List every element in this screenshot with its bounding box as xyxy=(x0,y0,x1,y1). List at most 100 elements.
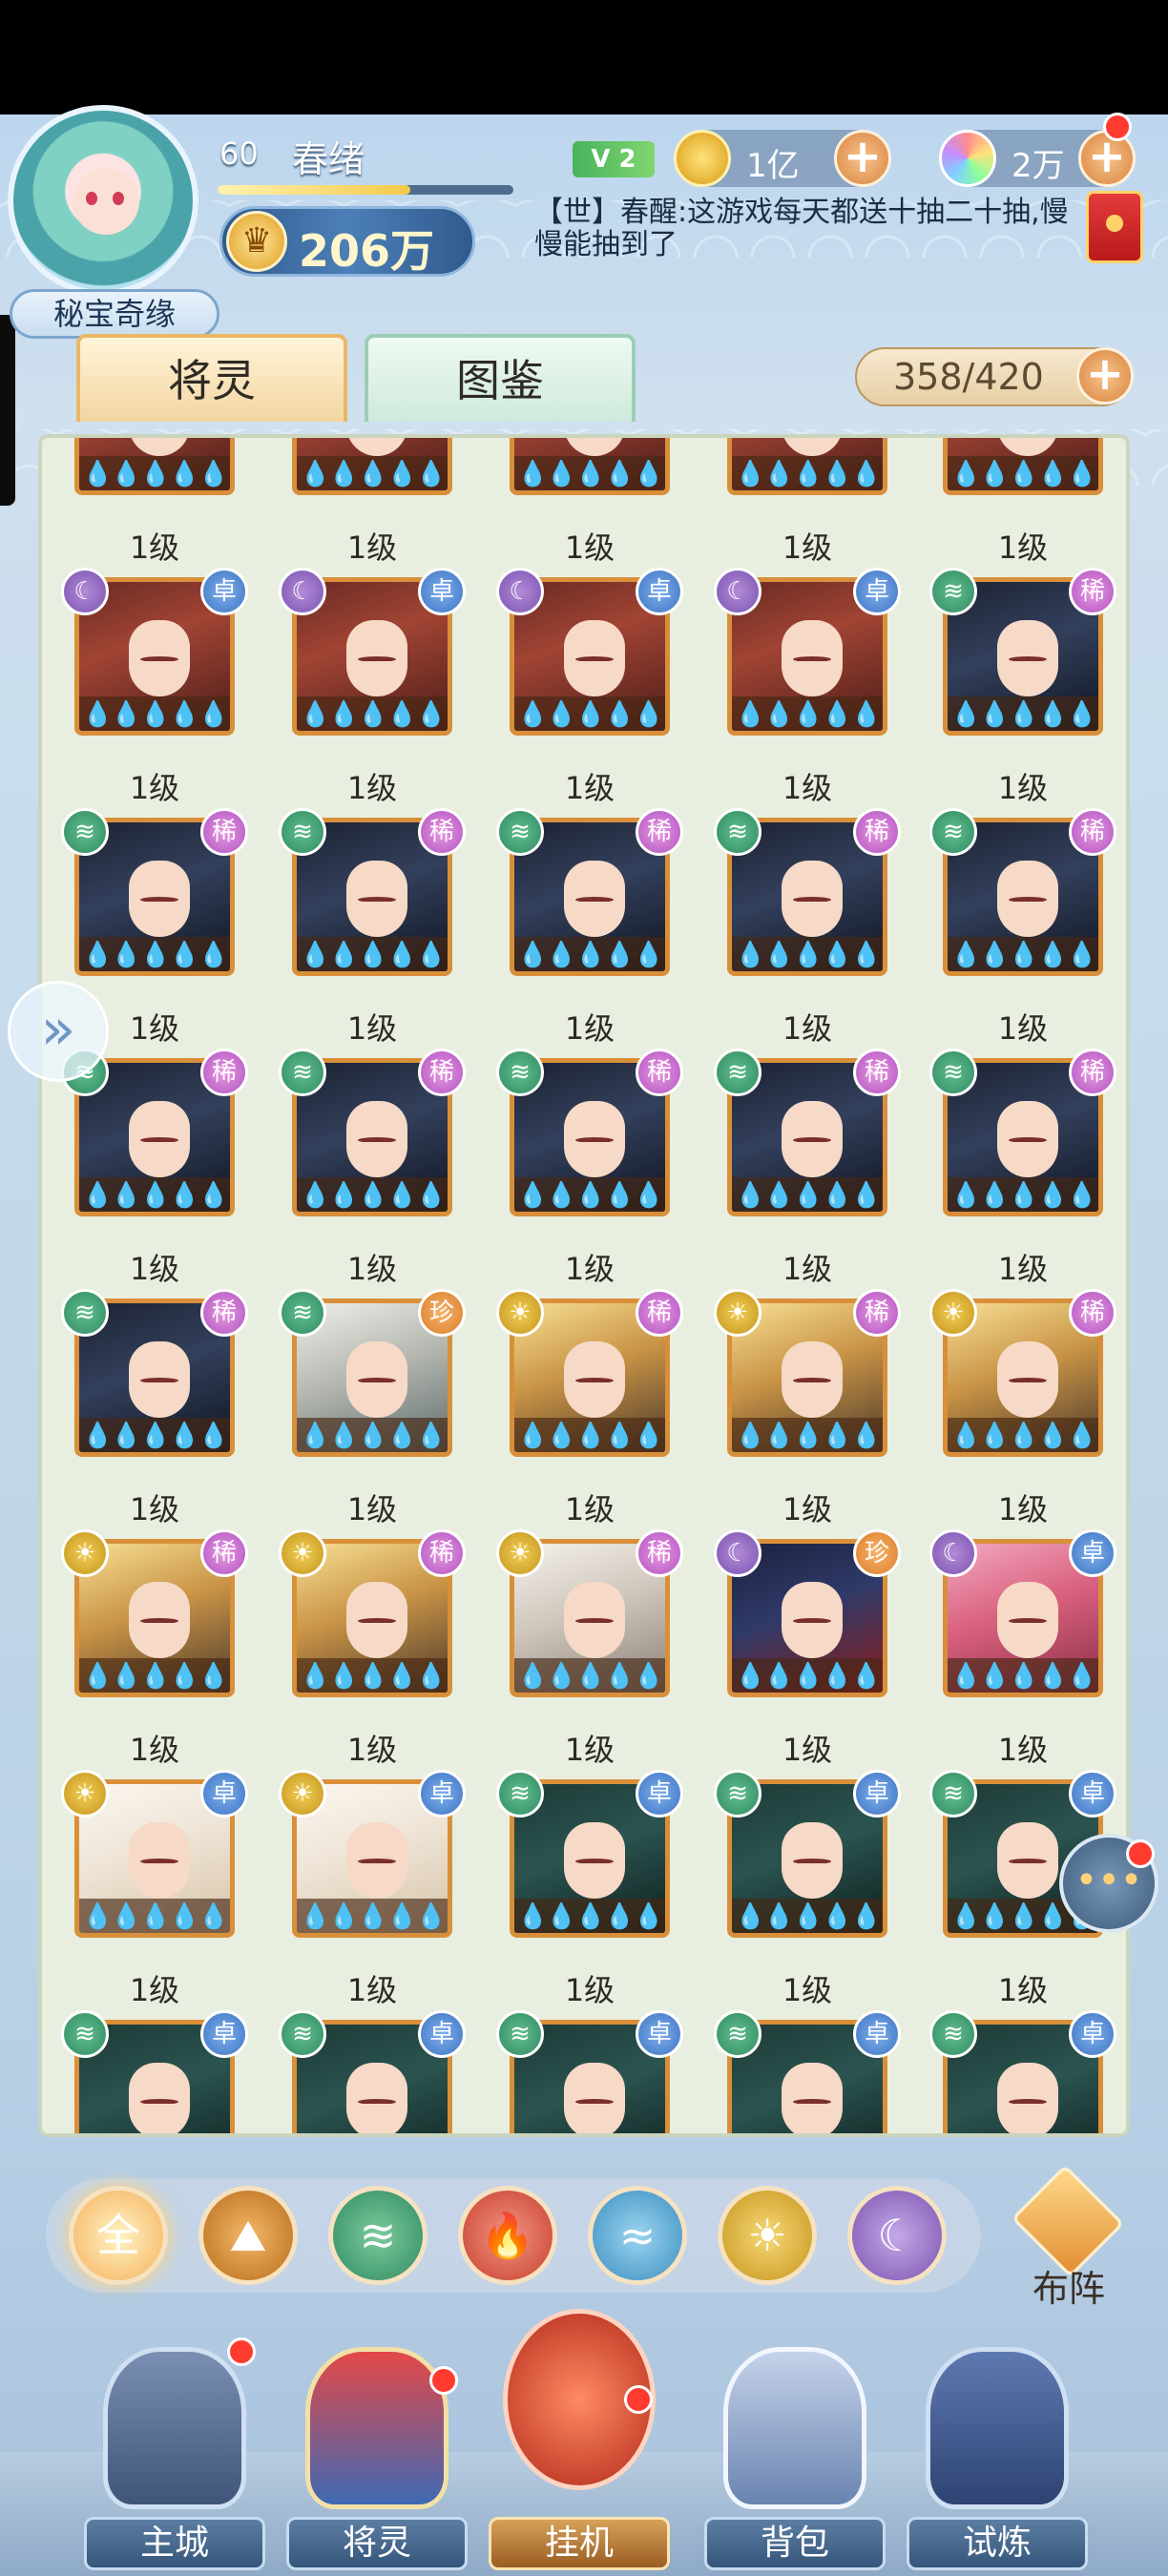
hero-card[interactable]: 💧💧💧💧💧 ☀ 稀 1级 xyxy=(496,1289,683,1527)
hero-eyes xyxy=(358,897,396,903)
hero-grid-panel[interactable]: 💧💧💧💧💧☾卓1级💧💧💧💧💧☾卓1级💧💧💧💧💧☾卓1级💧💧💧💧💧☾卓1级💧💧💧💧… xyxy=(38,434,1130,2137)
expand-side-button[interactable]: » xyxy=(8,981,109,1082)
hero-card[interactable]: 💧💧💧💧💧≋稀1级 xyxy=(929,808,1116,1047)
hero-card[interactable]: 💧💧💧💧💧≋稀1级 xyxy=(61,1049,248,1287)
hero-card[interactable]: 💧💧💧💧💧☾卓1级 xyxy=(288,438,456,566)
star-drops-icon: 💧💧💧💧💧 xyxy=(517,941,664,969)
formation-button[interactable]: 布阵 xyxy=(1002,2164,1136,2310)
hero-card[interactable]: 💧💧💧💧💧≋卓1级 xyxy=(496,1770,683,2008)
vip-badge[interactable]: V 2 xyxy=(573,141,655,177)
hero-card[interactable]: 💧💧💧💧💧☾卓1级 xyxy=(723,438,891,566)
player-name: 春绪 xyxy=(292,138,365,180)
rarity-badge: 稀 xyxy=(418,1529,466,1577)
hero-eyes xyxy=(575,1859,614,1864)
hero-card[interactable]: 💧💧💧💧💧≋卓1级 xyxy=(496,2010,683,2133)
notification-dot xyxy=(1126,1839,1155,1868)
hero-eyes xyxy=(1009,897,1047,903)
bag-icon xyxy=(723,2347,866,2509)
hero-eyes xyxy=(793,656,831,662)
add-gold-button[interactable]: + xyxy=(834,130,891,187)
hero-card[interactable]: 💧💧💧💧💧 ☀ 稀 1级 xyxy=(279,1529,466,1768)
element-icon: ☀ xyxy=(496,1289,544,1337)
hero-card[interactable]: 💧💧💧💧💧≋稀1级 xyxy=(714,1049,901,1287)
gold-amount: 1亿 xyxy=(746,147,800,185)
red-packet-icon[interactable] xyxy=(1086,191,1143,263)
rarity-badge: 稀 xyxy=(853,808,901,856)
element-icon: ☀ xyxy=(61,1770,109,1818)
hero-level: 1级 xyxy=(782,770,833,806)
tab-tujian[interactable]: 图鉴 xyxy=(365,334,636,422)
tab-jiangling[interactable]: 将灵 xyxy=(76,334,347,422)
star-drops-icon: 💧💧💧💧💧 xyxy=(735,460,882,488)
nav-idle[interactable]: 挂机 xyxy=(489,2309,670,2570)
filter-wind-icon[interactable]: ≋ xyxy=(328,2186,428,2285)
capacity-value: 358/420 xyxy=(893,356,1044,398)
nav-main-city[interactable]: 主城 xyxy=(84,2347,265,2576)
rarity-badge: 稀 xyxy=(636,1529,683,1577)
hero-card[interactable]: 💧💧💧💧💧≋稀1级 xyxy=(61,1289,248,1527)
hero-card[interactable]: 💧💧💧💧💧≋卓1级 xyxy=(61,2010,248,2133)
hero-card[interactable]: 💧💧💧💧💧 ☀ 稀 1级 xyxy=(496,1529,683,1768)
hero-card[interactable]: 💧💧💧💧💧≋稀1级 xyxy=(929,568,1116,806)
nav-label: 将灵 xyxy=(286,2517,468,2570)
filter-all[interactable]: 全 xyxy=(69,2186,168,2285)
hero-card[interactable]: 💧💧💧💧💧 ☀ 稀 1级 xyxy=(929,1289,1116,1527)
nav-bag[interactable]: 背包 xyxy=(704,2347,886,2576)
hero-card[interactable]: 💧💧💧💧💧☾卓1级 xyxy=(939,438,1107,566)
hero-card[interactable]: 💧💧💧💧💧≋卓1级 xyxy=(714,1770,901,2008)
filter-mountain-icon[interactable]: ⛰ xyxy=(198,2186,298,2285)
hero-card[interactable]: 💧💧💧💧💧≋卓1级 xyxy=(714,2010,901,2133)
filter-sun-icon[interactable]: ☀ xyxy=(718,2186,817,2285)
hero-card[interactable]: 💧💧💧💧💧☾卓1级 xyxy=(61,568,248,806)
hero-card[interactable]: 💧💧💧💧💧 ☀ 卓 1级 xyxy=(61,1770,248,2008)
hero-card[interactable]: 💧💧💧💧💧 ☀ 稀 1级 xyxy=(61,1529,248,1768)
hero-level: 1级 xyxy=(129,530,180,566)
hero-card[interactable]: 💧💧💧💧💧≋卓1级 xyxy=(929,2010,1116,2133)
filter-moon-icon[interactable]: ☾ xyxy=(847,2186,947,2285)
rarity-badge: 稀 xyxy=(636,1049,683,1096)
hero-eyes xyxy=(1009,2099,1047,2105)
hero-eyes xyxy=(1009,1618,1047,1624)
hero-card[interactable]: 💧💧💧💧💧 ☾ 珍 1级 xyxy=(714,1529,901,1768)
add-gem-button[interactable]: + xyxy=(1078,130,1136,187)
hero-card[interactable]: 💧💧💧💧💧≋稀1级 xyxy=(61,808,248,1047)
player-avatar[interactable] xyxy=(8,105,198,296)
star-drops-icon: 💧💧💧💧💧 xyxy=(517,1662,664,1691)
hero-card[interactable]: 💧💧💧💧💧≋稀1级 xyxy=(496,808,683,1047)
hero-card[interactable]: 💧💧💧💧💧☾卓1级 xyxy=(714,568,901,806)
element-icon: ≋ xyxy=(279,808,326,856)
avatar-face xyxy=(73,168,139,235)
element-icon: ≋ xyxy=(61,808,109,856)
filter-fire-icon[interactable]: 🔥 xyxy=(458,2186,557,2285)
hero-card[interactable]: 💧💧💧💧💧≋稀1级 xyxy=(714,808,901,1047)
expand-capacity-button[interactable]: + xyxy=(1076,347,1134,405)
nav-trial[interactable]: 试炼 xyxy=(907,2347,1088,2576)
hero-card[interactable]: 💧💧💧💧💧 ☀ 卓 1级 xyxy=(279,1770,466,2008)
hero-card[interactable]: 💧💧💧💧💧≋稀1级 xyxy=(279,808,466,1047)
filter-water-icon[interactable]: ≈ xyxy=(588,2186,687,2285)
hero-eyes xyxy=(358,1859,396,1864)
hero-card[interactable]: 💧💧💧💧💧≋卓1级 xyxy=(279,2010,466,2133)
player-level: 60 xyxy=(219,135,259,172)
city-gate-icon xyxy=(103,2347,246,2509)
hero-card[interactable]: 💧💧💧💧💧☾卓1级 xyxy=(279,568,466,806)
secret-event-tag[interactable]: 秘宝奇缘 xyxy=(10,289,219,339)
hero-card[interactable]: 💧💧💧💧💧☾卓1级 xyxy=(929,1529,1116,1768)
combat-power[interactable]: ♛ 206万 xyxy=(219,206,475,277)
hero-card[interactable]: 💧💧💧💧💧☾卓1级 xyxy=(506,438,674,566)
hero-card[interactable]: 💧💧💧💧💧☾卓1级 xyxy=(496,568,683,806)
side-handle[interactable] xyxy=(0,315,15,506)
hero-level: 1级 xyxy=(346,1491,398,1527)
rarity-badge: 稀 xyxy=(1069,1289,1116,1337)
star-drops-icon: 💧💧💧💧💧 xyxy=(300,941,447,969)
hero-card[interactable]: 💧💧💧💧💧 ≋ 珍 1级 xyxy=(279,1289,466,1527)
hero-level: 1级 xyxy=(346,1010,398,1047)
hero-card[interactable]: 💧💧💧💧💧☾卓1级 xyxy=(71,438,239,566)
star-drops-icon: 💧💧💧💧💧 xyxy=(735,1181,882,1210)
hero-card[interactable]: 💧💧💧💧💧≋稀1级 xyxy=(279,1049,466,1287)
hero-card[interactable]: 💧💧💧💧💧 ☀ 稀 1级 xyxy=(714,1289,901,1527)
hero-card[interactable]: 💧💧💧💧💧≋稀1级 xyxy=(929,1049,1116,1287)
world-chat-banner[interactable]: 【世】春醒:这游戏每天都送十抽二十抽,慢慢能抽到了 xyxy=(534,197,1088,260)
hero-card[interactable]: 💧💧💧💧💧≋稀1级 xyxy=(496,1049,683,1287)
hero-eyes xyxy=(575,897,614,903)
